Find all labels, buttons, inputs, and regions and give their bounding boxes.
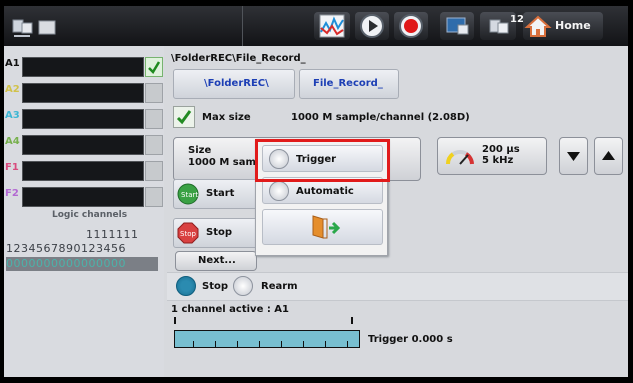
channel-row-a3[interactable]: A3 [4, 106, 164, 130]
timeline-tick [347, 341, 348, 347]
svg-text:Start: Start [181, 191, 198, 199]
stop-radio[interactable] [176, 276, 196, 296]
timeline-tick [215, 341, 216, 347]
rearm-radio-label: Rearm [261, 281, 298, 292]
channel-checkbox[interactable] [145, 161, 163, 181]
play-button[interactable] [355, 12, 389, 40]
channel-row-a2[interactable]: A2 [4, 80, 164, 104]
start-label: Start [206, 188, 235, 199]
channel-bar [22, 161, 144, 181]
scroll-down-button[interactable] [559, 137, 588, 175]
interval-frequency: 5 kHz [482, 155, 514, 166]
trigger-time: Trigger 0.000 s [368, 334, 453, 345]
timeline-marker-left [174, 317, 176, 324]
channel-label: A1 [5, 58, 20, 69]
timeline-tick [193, 341, 194, 347]
channel-label: A3 [5, 110, 20, 121]
folder-button-label: \FolderREC\ [204, 78, 269, 89]
timeline-marker-right [351, 317, 353, 324]
path-title: \FolderREC\File_Record_ [171, 53, 306, 64]
channel-row-f1[interactable]: F1 [4, 158, 164, 182]
stop-label: Stop [206, 227, 233, 238]
record-button[interactable] [394, 12, 428, 40]
file-button[interactable]: File_Record_ [299, 69, 399, 99]
status-active-channels: 1 channel active : A1 [171, 304, 290, 315]
timeline-tick [237, 341, 238, 347]
next-button[interactable]: Next... [175, 251, 257, 271]
exit-popup-button[interactable] [262, 209, 383, 245]
timeline-tick [281, 341, 282, 347]
check-icon [148, 61, 161, 75]
channel-label: A2 [5, 84, 20, 95]
channel-checkbox[interactable] [145, 187, 163, 207]
interval-button[interactable]: 200 µs 5 kHz [437, 137, 547, 175]
logic-row3: 0000000000000000 [6, 257, 126, 270]
home-icon [524, 15, 552, 37]
arrow-up-icon [602, 151, 615, 160]
mode-row: Stop Rearm [167, 272, 628, 301]
folder-button[interactable]: \FolderREC\ [173, 69, 295, 99]
home-label: Home [555, 19, 591, 32]
channel-bar [22, 83, 144, 103]
channel-row-f2[interactable]: F2 [4, 184, 164, 208]
max-size-checkbox[interactable] [173, 106, 195, 128]
channel-bar [22, 109, 144, 129]
divider [242, 6, 243, 46]
channel-bar [22, 187, 144, 207]
scroll-up-button[interactable] [594, 137, 623, 175]
interval-time: 200 µs [482, 144, 520, 155]
chart-button[interactable] [314, 12, 350, 40]
display-button[interactable] [440, 12, 474, 40]
channel-checkbox[interactable] [145, 135, 163, 155]
rearm-radio[interactable] [233, 276, 253, 296]
stop-icon: Stop [177, 222, 199, 244]
automatic-radio[interactable] [269, 181, 289, 201]
exit-door-icon [312, 215, 341, 239]
channel-checkbox[interactable] [145, 83, 163, 103]
channel-bar [22, 135, 144, 155]
gauge-icon [446, 150, 474, 165]
logic-row2: 1234567890123456 [6, 242, 126, 255]
automatic-option-label: Automatic [296, 186, 354, 197]
svg-text:Stop: Stop [180, 230, 196, 238]
size-label: Size [188, 145, 212, 156]
stop-radio-label: Stop [202, 281, 229, 292]
file-button-label: File_Record_ [313, 78, 383, 89]
check-icon [176, 110, 192, 125]
arrow-down-icon [567, 152, 580, 161]
channel-panel: A1 A2 A3 A4 F1 F2 Logic channels 1111111… [4, 46, 164, 377]
recording-panel: \FolderREC\File_Record_ \FolderREC\ File… [167, 46, 628, 377]
window-icon[interactable] [35, 16, 61, 38]
max-size-value: 1000 M sample/channel (2.08D) [291, 112, 470, 123]
next-label: Next... [198, 255, 236, 266]
channel-label: F2 [5, 188, 19, 199]
highlight-box [255, 139, 390, 182]
size-value: 1000 M samp [188, 157, 264, 168]
start-button[interactable]: Start Start [173, 179, 261, 209]
channel-checkbox[interactable] [145, 57, 163, 77]
start-icon: Start [177, 183, 199, 205]
channel-bar [22, 57, 144, 77]
logic-row1: 1111111 [86, 228, 139, 241]
logic-label: Logic channels [52, 210, 128, 220]
stop-button[interactable]: Stop Stop [173, 218, 261, 248]
channel-row-a1[interactable]: A1 [4, 54, 164, 78]
channel-row-a4[interactable]: A4 [4, 132, 164, 156]
timeline-bar [174, 330, 360, 348]
timeline-tick [303, 341, 304, 347]
channel-label: F1 [5, 162, 19, 173]
channel-label: A4 [5, 136, 20, 147]
channel-checkbox[interactable] [145, 109, 163, 129]
max-size-label: Max size [202, 112, 251, 123]
top-toolbar: 12:52:28 Home [4, 6, 628, 46]
app-window: 12:52:28 Home A1 A2 A3 A4 [4, 6, 628, 377]
timeline-tick [325, 341, 326, 347]
network-icon[interactable] [10, 16, 36, 38]
timeline-tick [259, 341, 260, 347]
